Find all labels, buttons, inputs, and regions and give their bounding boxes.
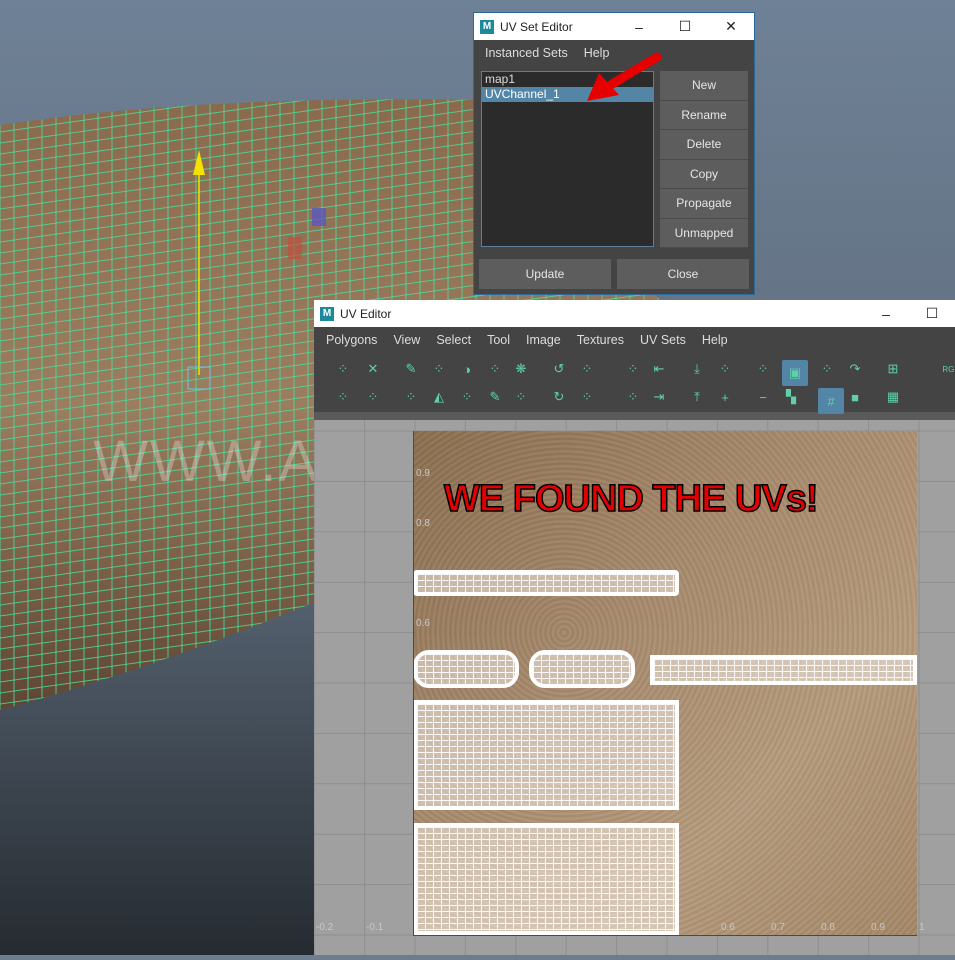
move-sew-icon[interactable]: ⁘ bbox=[402, 388, 420, 406]
v-tick-label: 0.8 bbox=[416, 518, 430, 529]
u-axis-line bbox=[413, 935, 917, 936]
close-window-button[interactable]: ✕ bbox=[708, 18, 754, 35]
title-bar: M UV Editor – ☐ bbox=[314, 300, 955, 327]
u-tick-label: 0.6 bbox=[721, 922, 735, 933]
u-tick-label: -0.2 bbox=[316, 922, 334, 933]
uv-shell[interactable] bbox=[413, 823, 679, 935]
status-strip bbox=[314, 412, 955, 420]
u-tick-label: -0.1 bbox=[366, 922, 384, 933]
menu-polygons[interactable]: Polygons bbox=[318, 333, 385, 347]
uv-shell[interactable] bbox=[413, 650, 519, 688]
stack-icon[interactable]: ⁘ bbox=[624, 388, 642, 406]
copy-button[interactable]: Copy bbox=[660, 159, 748, 189]
uv-set-editor-window: M UV Set Editor – ☐ ✕ Instanced Sets Hel… bbox=[473, 12, 755, 295]
checker-filter-icon[interactable]: ▚ bbox=[782, 388, 800, 406]
red-arrow-icon bbox=[587, 52, 662, 101]
smear-icon[interactable]: ❋ bbox=[512, 360, 530, 378]
align-top-icon[interactable]: ⤒ bbox=[688, 388, 706, 406]
layout-icon[interactable]: ⁘ bbox=[512, 388, 530, 406]
menu-uv-sets[interactable]: UV Sets bbox=[632, 333, 694, 347]
cut-edge-icon[interactable]: ⁘ bbox=[364, 388, 382, 406]
distribute-icon[interactable]: ⁘ bbox=[624, 360, 642, 378]
window-title: UV Set Editor bbox=[500, 19, 573, 34]
pixel-snap-icon[interactable]: ↷ bbox=[846, 360, 864, 378]
menu-tool[interactable]: Tool bbox=[479, 333, 518, 347]
maximize-button[interactable]: ☐ bbox=[662, 18, 708, 35]
minimize-button[interactable]: – bbox=[616, 19, 662, 35]
window-title: UV Editor bbox=[340, 306, 392, 321]
u-tick-label: 0.7 bbox=[771, 922, 785, 933]
align-grid-icon[interactable]: ⁘ bbox=[578, 388, 596, 406]
menu-textures[interactable]: Textures bbox=[569, 333, 632, 347]
dim-image-icon[interactable]: ⁘ bbox=[818, 360, 836, 378]
grid-select-icon[interactable]: ⁘ bbox=[334, 360, 352, 378]
u-tick-label: 0.8 bbox=[821, 922, 835, 933]
cut-uv-icon[interactable]: ✕ bbox=[364, 360, 382, 378]
update-button[interactable]: Update bbox=[479, 259, 611, 289]
grid-display-icon[interactable]: ⊞ bbox=[884, 360, 902, 378]
new-button[interactable]: New bbox=[660, 71, 748, 101]
grow-icon[interactable]: + bbox=[716, 388, 734, 406]
annotation-headline: WE FOUND THE UVs! bbox=[443, 477, 819, 521]
menu-select[interactable]: Select bbox=[428, 333, 479, 347]
propagate-button[interactable]: Propagate bbox=[660, 189, 748, 219]
select-shell-icon[interactable]: ⁘ bbox=[754, 360, 772, 378]
menu-view[interactable]: View bbox=[385, 333, 428, 347]
uv-shell[interactable] bbox=[529, 650, 635, 688]
menu-help[interactable]: Help bbox=[694, 333, 736, 347]
v-axis-line bbox=[413, 431, 414, 935]
rgb-icon[interactable]: RGB bbox=[942, 360, 955, 378]
transform-icon[interactable]: ⁘ bbox=[334, 388, 352, 406]
color-display-icon[interactable]: ■ bbox=[846, 388, 864, 406]
v-tick-label: 0.6 bbox=[416, 618, 430, 629]
menu-image[interactable]: Image bbox=[518, 333, 569, 347]
uv-editor-window: M UV Editor – ☐ Polygons View Select Tool Im… bbox=[314, 300, 955, 955]
delete-button[interactable]: Delete bbox=[660, 130, 748, 160]
tweak-select-icon[interactable]: ⁘ bbox=[486, 360, 504, 378]
checker-icon[interactable]: ▦ bbox=[884, 388, 902, 406]
uv-toolkit-toolbar: ⁘ ⁘ ✕ ⁘ ✎ ⁘ ⁘ ◭ ◑ ⁘ ⁘ ✎ ❋ ⁘ ↺ ↻ ⁘ ⁘ ⁘ ⁘ ⇤ ⇥ ⤓ ⤒ ⁘ + ⁘ −▣ ▚ ⁘ #↷ ■ ⊞ ▦ RGB bbox=[314, 352, 955, 414]
unfold-toggle-icon[interactable]: ⁘ bbox=[430, 360, 448, 378]
u-tick-label: 0.9 bbox=[871, 922, 885, 933]
title-bar: M UV Set Editor – ☐ ✕ bbox=[474, 13, 754, 40]
menu-instanced-sets[interactable]: Instanced Sets bbox=[477, 46, 576, 60]
maya-logo-icon: M bbox=[480, 19, 494, 34]
image-display-icon[interactable]: ▣ bbox=[782, 360, 808, 386]
maximize-button[interactable]: ☐ bbox=[909, 305, 955, 322]
uv-shell[interactable] bbox=[413, 700, 679, 810]
align-right-icon[interactable]: ⇥ bbox=[650, 388, 668, 406]
straighten-toggle-icon[interactable]: ⁘ bbox=[578, 360, 596, 378]
rotate-cw-icon[interactable]: ↻ bbox=[550, 388, 568, 406]
snap-grid-icon[interactable]: # bbox=[818, 388, 844, 414]
lasso-icon[interactable]: ✎ bbox=[486, 388, 504, 406]
maya-logo-icon: M bbox=[320, 306, 334, 321]
symmetrize-icon[interactable]: ⁘ bbox=[458, 388, 476, 406]
u-tick-label: 1 bbox=[919, 922, 925, 933]
rename-button[interactable]: Rename bbox=[660, 100, 748, 130]
minimize-button[interactable]: – bbox=[863, 306, 909, 322]
v-tick-label: 0.9 bbox=[416, 468, 430, 479]
uv-shell[interactable] bbox=[650, 655, 917, 685]
align-left-icon[interactable]: ⇤ bbox=[650, 360, 668, 378]
align-bottom-icon[interactable]: ⤓ bbox=[688, 360, 706, 378]
uv-shell[interactable] bbox=[413, 570, 679, 596]
sew-icon[interactable]: ✎ bbox=[402, 360, 420, 378]
grow-select-icon[interactable]: ⁘ bbox=[716, 360, 734, 378]
close-button[interactable]: Close bbox=[617, 259, 749, 289]
rotate-ccw-icon[interactable]: ↺ bbox=[550, 360, 568, 378]
uv-canvas[interactable]: WE FOUND THE UVs! -0.2 -0.1 0.6 0.7 0.8 0.9 1 0… bbox=[314, 420, 955, 955]
unmapped-button[interactable]: Unmapped bbox=[660, 218, 748, 248]
flip-u-icon[interactable]: ◭ bbox=[430, 388, 448, 406]
shrink-icon[interactable]: − bbox=[754, 388, 772, 406]
flip-v-icon[interactable]: ◑ bbox=[458, 360, 476, 378]
